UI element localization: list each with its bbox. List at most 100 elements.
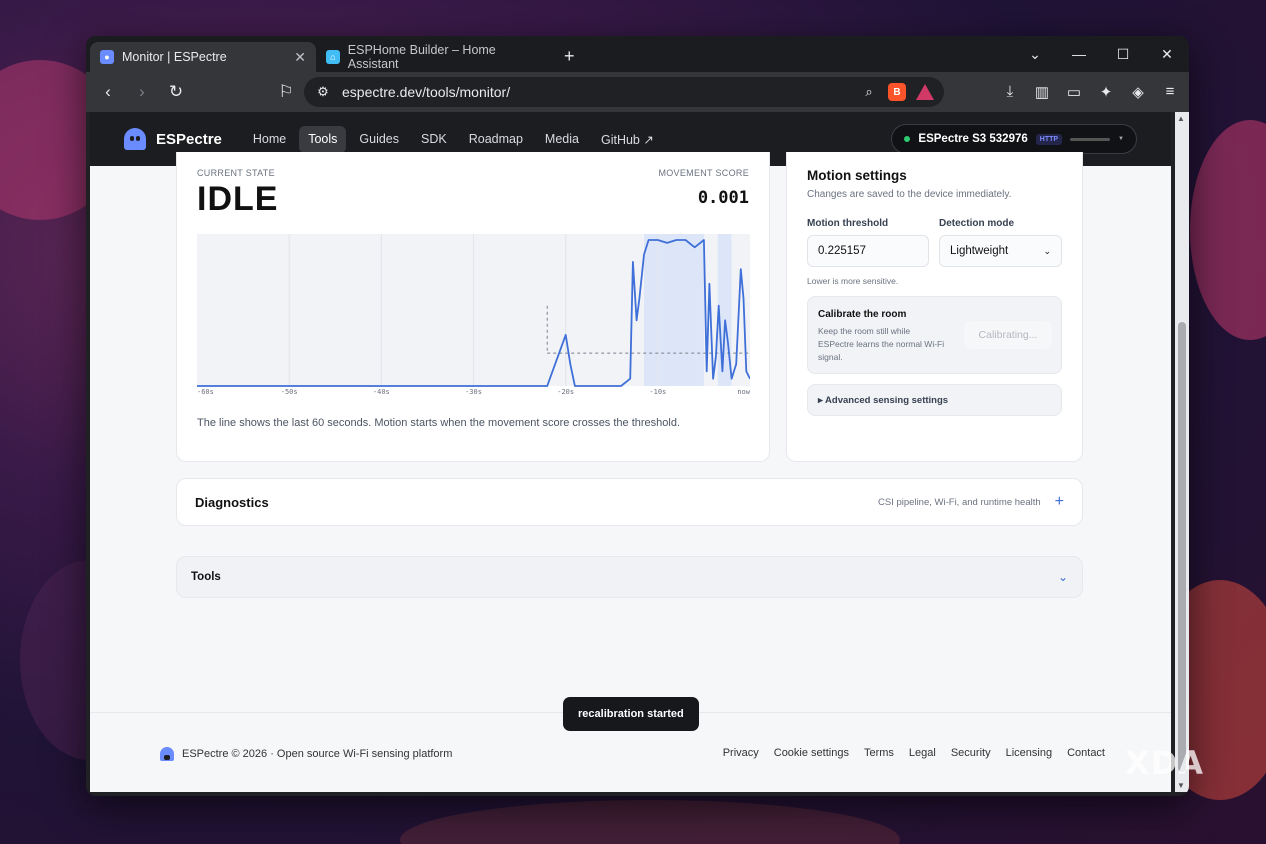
chevron-down-icon: ▼	[1118, 136, 1124, 142]
expand-plus-icon[interactable]: +	[1055, 493, 1064, 511]
web-page: ESPectre Home Tools Guides SDK Roadmap M…	[90, 112, 1171, 792]
browser-window: ● Monitor | ESPectre ✕ ⌂ ESPHome Builder…	[86, 36, 1189, 796]
nav-guides[interactable]: Guides	[350, 126, 408, 153]
toast-notification: recalibration started	[563, 697, 699, 731]
footer-link-cookie-settings[interactable]: Cookie settings	[774, 747, 849, 759]
detection-mode-select[interactable]: Lightweight ⌄	[939, 235, 1062, 267]
nav-roadmap[interactable]: Roadmap	[460, 126, 532, 153]
page-scrollbar[interactable]: ▲ ▼	[1175, 112, 1189, 792]
threshold-hint: Lower is more sensitive.	[807, 276, 899, 286]
footer-link-contact[interactable]: Contact	[1067, 747, 1105, 759]
tab-title: ESPHome Builder – Home Assistant	[347, 43, 496, 71]
diagnostics-title: Diagnostics	[195, 494, 269, 510]
x-tick-label: -20s	[557, 388, 574, 396]
detection-mode-label: Detection mode	[939, 218, 1015, 229]
diagnostics-summary: CSI pipeline, Wi-Fi, and runtime health	[878, 496, 1041, 508]
brave-rewards-icon[interactable]	[916, 84, 934, 100]
diagnostics-section[interactable]: Diagnostics CSI pipeline, Wi-Fi, and run…	[176, 478, 1083, 526]
nav-media[interactable]: Media	[536, 126, 588, 153]
detection-mode-value: Lightweight	[950, 245, 1009, 257]
download-icon[interactable]: ⤓	[999, 83, 1021, 101]
advanced-settings-toggle[interactable]: ▸ Advanced sensing settings	[807, 384, 1062, 416]
site-nav: Home Tools Guides SDK Roadmap Media GitH…	[244, 125, 663, 153]
connection-status-dot	[904, 136, 911, 142]
maximize-icon[interactable]: ☐	[1101, 46, 1145, 63]
motion-settings-card: Motion settings Changes are saved to the…	[786, 152, 1083, 462]
tab-search-icon[interactable]: ⌄	[1013, 46, 1057, 63]
chart-caption: The line shows the last 60 seconds. Moti…	[197, 417, 681, 429]
movement-score-value: 0.001	[697, 188, 749, 208]
ghost-logo-icon	[160, 747, 174, 761]
sidebar-icon[interactable]: ▥	[1031, 83, 1053, 101]
scroll-up-icon[interactable]: ▲	[1177, 114, 1185, 123]
device-name: ESPectre S3 532976	[918, 133, 1028, 145]
scrollbar-thumb[interactable]	[1178, 322, 1186, 772]
device-selector[interactable]: ESPectre S3 532976 HTTP ▼	[891, 124, 1137, 154]
site-logo[interactable]: ESPectre	[124, 128, 222, 150]
movement-score-label: MOVEMENT SCORE	[658, 168, 749, 178]
tab-monitor[interactable]: ● Monitor | ESPectre ✕	[90, 42, 316, 72]
bookmark-icon[interactable]: ⚐	[272, 78, 300, 106]
state-card: CURRENT STATE IDLE MOVEMENT SCORE 0.001 …	[176, 152, 770, 462]
footer-link-licensing[interactable]: Licensing	[1006, 747, 1052, 759]
espectre-favicon: ●	[100, 50, 114, 64]
leo-icon[interactable]: ✦	[1095, 83, 1117, 101]
nav-tools[interactable]: Tools	[299, 125, 347, 153]
toolbar-actions: ⤓ ▥ ▭ ✦ ◈ ≡	[999, 83, 1181, 101]
footer-links: Privacy Cookie settings Terms Legal Secu…	[723, 747, 1105, 759]
settings-title: Motion settings	[807, 168, 907, 183]
zoom-icon[interactable]: ⌕	[860, 83, 878, 101]
brave-shield-icon[interactable]: B	[888, 83, 906, 101]
brand-name: ESPectre	[156, 130, 222, 148]
x-tick-label: -40s	[373, 388, 390, 396]
nav-home[interactable]: Home	[244, 126, 295, 153]
site-info-icon[interactable]: ⚙	[314, 83, 332, 101]
chevron-down-icon[interactable]: ⌄	[1058, 570, 1068, 584]
back-icon[interactable]: ‹	[94, 78, 122, 106]
close-tab-icon[interactable]: ✕	[294, 49, 306, 66]
footer-link-security[interactable]: Security	[951, 747, 991, 759]
protocol-badge: HTTP	[1035, 133, 1063, 145]
x-tick-label: -50s	[281, 388, 298, 396]
tab-esphome[interactable]: ⌂ ESPHome Builder – Home Assistant	[316, 42, 556, 72]
tools-title: Tools	[191, 571, 221, 583]
address-bar[interactable]: ⚙ espectre.dev/tools/monitor/ ⌕ B	[304, 77, 944, 107]
home-assistant-favicon: ⌂	[326, 50, 340, 64]
x-tick-label: -10s	[649, 388, 666, 396]
footer-link-privacy[interactable]: Privacy	[723, 747, 759, 759]
tab-title: Monitor | ESPectre	[122, 50, 227, 64]
browser-toolbar: ‹ › ↻ ⚐ ⚙ espectre.dev/tools/monitor/ ⌕ …	[86, 72, 1189, 112]
threshold-label: Motion threshold	[807, 218, 889, 229]
vpn-icon[interactable]: ◈	[1127, 83, 1149, 101]
movement-chart: -60s -50s -40s -30s -20s -10s now	[197, 234, 750, 396]
x-tick-label: -60s	[197, 388, 214, 396]
tools-section[interactable]: Tools ⌄	[176, 556, 1083, 598]
window-controls: ⌄ — ☐ ✕	[1013, 36, 1189, 72]
nav-sdk[interactable]: SDK	[412, 126, 456, 153]
xda-watermark: XDA	[1125, 744, 1204, 782]
threshold-input[interactable]: 0.225157	[807, 235, 929, 267]
forward-icon[interactable]: ›	[128, 78, 156, 106]
footer-link-terms[interactable]: Terms	[864, 747, 894, 759]
calibrate-text: Keep the room still while ESPectre learn…	[818, 326, 945, 362]
minimize-icon[interactable]: —	[1057, 46, 1101, 62]
footer-brand: ESPectre © 2026 · Open source Wi-Fi sens…	[160, 747, 452, 761]
new-tab-button[interactable]: +	[564, 46, 575, 67]
menu-icon[interactable]: ≡	[1159, 83, 1181, 101]
motion-band	[644, 234, 704, 386]
calibrate-button[interactable]: Calibrating...	[964, 321, 1052, 349]
url-text[interactable]: espectre.dev/tools/monitor/	[342, 84, 850, 100]
scroll-down-icon[interactable]: ▼	[1177, 781, 1185, 790]
calibrate-panel: Calibrate the room Keep the room still w…	[807, 296, 1062, 374]
nav-github[interactable]: GitHub ↗	[592, 126, 663, 153]
footer-link-legal[interactable]: Legal	[909, 747, 936, 759]
calibrate-title: Calibrate the room	[818, 309, 907, 320]
chevron-down-icon: ⌄	[1043, 245, 1051, 256]
close-window-icon[interactable]: ✕	[1145, 46, 1189, 63]
footer-text: ESPectre © 2026 · Open source Wi-Fi sens…	[182, 748, 453, 760]
ghost-logo-icon	[124, 128, 146, 150]
tab-strip: ● Monitor | ESPectre ✕ ⌂ ESPHome Builder…	[86, 36, 1189, 72]
x-tick-label: -30s	[465, 388, 482, 396]
reload-icon[interactable]: ↻	[162, 78, 190, 106]
wallet-icon[interactable]: ▭	[1063, 83, 1085, 101]
